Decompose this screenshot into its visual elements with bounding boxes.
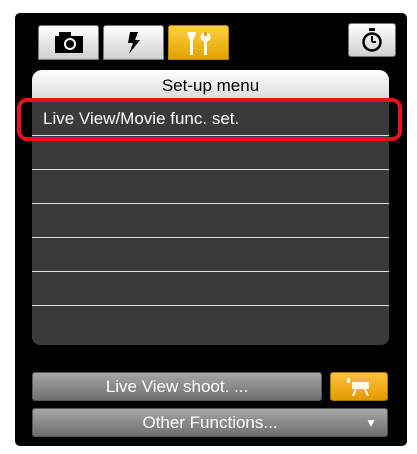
tab-flash[interactable]: [103, 25, 164, 60]
flash-icon: [127, 31, 140, 54]
menu-item-empty: [32, 136, 389, 170]
movie-shooting-button[interactable]: [330, 372, 388, 401]
selection-highlight: [17, 98, 402, 141]
tab-bar: [38, 25, 229, 60]
stopwatch-icon: [362, 28, 382, 52]
tab-shooting[interactable]: [38, 25, 99, 60]
menu-item-empty: [32, 238, 389, 272]
menu-item-empty: [32, 306, 389, 340]
menu-item-empty: [32, 272, 389, 306]
other-functions-dropdown[interactable]: Other Functions... ▼: [32, 408, 388, 437]
live-view-shoot-button[interactable]: Live View shoot. ...: [32, 372, 322, 401]
movie-camera-icon: [347, 377, 369, 396]
other-functions-label: Other Functions...: [142, 412, 278, 432]
chevron-down-icon: ▼: [365, 415, 377, 430]
camera-icon: [54, 31, 83, 53]
menu-item-empty: [32, 170, 389, 204]
setup-tools-icon: [186, 31, 210, 55]
timer-button[interactable]: [348, 23, 396, 57]
menu-item-empty: [32, 204, 389, 238]
tab-setup[interactable]: [168, 25, 229, 60]
